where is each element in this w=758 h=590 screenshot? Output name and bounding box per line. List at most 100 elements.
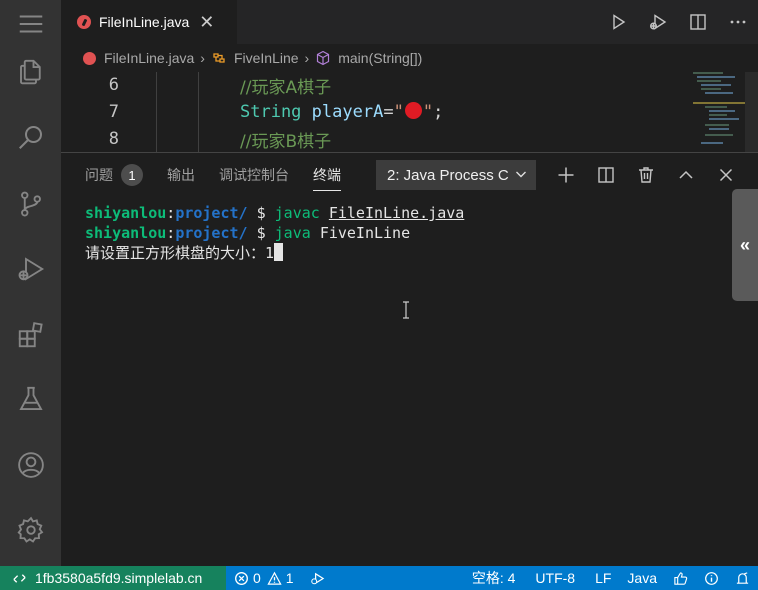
close-icon[interactable]: ✕ bbox=[199, 13, 214, 31]
more-actions-icon[interactable] bbox=[718, 0, 758, 44]
class-icon bbox=[213, 53, 225, 63]
warning-count: 1 bbox=[285, 570, 294, 586]
terminal-user: shiyanlou bbox=[85, 224, 167, 242]
panel-actions bbox=[546, 153, 746, 197]
editor-actions bbox=[598, 0, 758, 44]
terminal-cursor bbox=[274, 243, 284, 261]
split-editor-icon[interactable] bbox=[678, 0, 718, 44]
terminal-select[interactable]: 2: Java Process C bbox=[376, 160, 536, 190]
terminal-colon: : bbox=[166, 224, 176, 242]
debug-status[interactable] bbox=[302, 566, 333, 590]
source-control-icon[interactable] bbox=[0, 180, 61, 228]
terminal-line: shiyanlou:project/ $ java FiveInLine bbox=[85, 223, 464, 243]
info-icon[interactable] bbox=[696, 566, 727, 590]
error-count: 0 bbox=[253, 570, 261, 586]
breadcrumb-file-label: FileInLine.java bbox=[104, 50, 195, 66]
red-circle-emoji-icon bbox=[404, 102, 422, 119]
status-bar: 1fb3580a5fd9.simplelab.cn 0 1 空格: 4 UTF-… bbox=[0, 566, 758, 590]
language-mode-status[interactable]: Java bbox=[619, 566, 665, 590]
code-semicolon: ; bbox=[433, 102, 444, 122]
code-string-quote: " bbox=[393, 102, 404, 122]
remote-connection-icon bbox=[13, 573, 26, 583]
bottom-panel: 问题 1 输出 调试控制台 终端 2: Java Process C shiya… bbox=[61, 152, 758, 566]
run-debug-icon[interactable] bbox=[0, 245, 61, 293]
code-comment: //玩家A棋子 bbox=[240, 77, 332, 98]
terminal-select-value: 2: Java Process C bbox=[387, 166, 509, 184]
explorer-icon[interactable] bbox=[0, 48, 61, 96]
problems-count-badge: 1 bbox=[121, 164, 143, 186]
warning-icon bbox=[267, 571, 282, 585]
editor-scrollbar[interactable] bbox=[745, 72, 758, 152]
menu-icon[interactable] bbox=[0, 0, 61, 48]
terminal-colon: : bbox=[166, 204, 176, 222]
testing-flask-icon[interactable] bbox=[0, 375, 61, 423]
chevron-down-icon bbox=[516, 171, 526, 178]
breadcrumb-file[interactable]: FileInLine.java bbox=[83, 50, 194, 66]
eol-status[interactable]: LF bbox=[587, 566, 619, 590]
terminal-line: 请设置正方形棋盘的大小：1 bbox=[85, 243, 464, 263]
tab-debug-console[interactable]: 调试控制台 bbox=[219, 153, 289, 197]
terminal-prompt: 请设置正方形棋盘的大小： bbox=[85, 244, 266, 262]
tab-problems[interactable]: 问题 1 bbox=[85, 153, 143, 197]
code-line: 7 String playerA=" "; bbox=[61, 99, 681, 125]
code-line: 6 //玩家A棋子 bbox=[61, 72, 681, 98]
java-file-icon bbox=[83, 51, 96, 65]
chevron-up-icon[interactable] bbox=[666, 153, 706, 197]
search-icon[interactable] bbox=[0, 113, 61, 161]
editor-tab-bar: FileInLine.java ✕ bbox=[61, 0, 758, 44]
terminal-dollar: $ bbox=[247, 224, 275, 242]
remote-host-label: 1fb3580a5fd9.simplelab.cn bbox=[35, 570, 203, 586]
chevron-right-icon: › bbox=[304, 50, 310, 66]
collapse-sidebar-handle[interactable]: « bbox=[732, 189, 758, 301]
problems-status[interactable]: 0 1 bbox=[226, 566, 302, 590]
terminal-dollar: $ bbox=[247, 204, 275, 222]
activity-bar bbox=[0, 0, 61, 566]
account-icon[interactable] bbox=[0, 441, 61, 489]
text-cursor-ibeam-icon bbox=[403, 301, 409, 319]
split-terminal-icon[interactable] bbox=[586, 153, 626, 197]
code-keyword: String bbox=[240, 102, 302, 122]
line-number: 7 bbox=[108, 102, 119, 122]
terminal-path: project/ bbox=[175, 204, 248, 222]
encoding-status[interactable]: UTF-8 bbox=[527, 566, 583, 590]
code-line: 8 //玩家B棋子 bbox=[61, 126, 681, 152]
notifications-icon[interactable] bbox=[727, 566, 758, 590]
code-editor[interactable]: 6 //玩家A棋子 7 String playerA=" "; 8 //玩家B棋子 bbox=[61, 72, 758, 152]
terminal-file-link[interactable]: FileInLine.java bbox=[329, 204, 464, 222]
trash-icon[interactable] bbox=[626, 153, 666, 197]
breadcrumb-method-label: main(String[]) bbox=[338, 50, 423, 66]
code-variable: playerA bbox=[311, 102, 384, 122]
terminal-path: project/ bbox=[175, 224, 248, 242]
terminal-output[interactable]: shiyanlou:project/ $ javac FileInLine.ja… bbox=[85, 203, 464, 263]
tab-output[interactable]: 输出 bbox=[167, 153, 195, 197]
terminal-command: java bbox=[274, 224, 311, 242]
editor-tab[interactable]: FileInLine.java ✕ bbox=[61, 0, 237, 44]
code-operator: = bbox=[383, 102, 394, 122]
code-statement: String playerA=" "; bbox=[240, 102, 443, 122]
feedback-thumbs-up-icon[interactable] bbox=[665, 566, 696, 590]
breadcrumb-method[interactable]: main(String[]) bbox=[315, 50, 422, 66]
tab-problems-label: 问题 bbox=[85, 167, 113, 183]
extensions-icon[interactable] bbox=[0, 311, 61, 359]
tab-terminal[interactable]: 终端 bbox=[313, 153, 341, 197]
debug-run-icon bbox=[310, 572, 324, 584]
remote-indicator[interactable]: 1fb3580a5fd9.simplelab.cn bbox=[0, 566, 226, 590]
terminal-input[interactable]: 1 bbox=[265, 244, 274, 262]
java-file-icon bbox=[77, 15, 91, 29]
method-cube-icon bbox=[317, 50, 330, 66]
new-terminal-plus-icon[interactable] bbox=[546, 153, 586, 197]
terminal-line: shiyanlou:project/ $ javac FileInLine.ja… bbox=[85, 203, 464, 223]
indentation-status[interactable]: 空格: 4 bbox=[464, 566, 524, 590]
line-number: 6 bbox=[108, 75, 119, 95]
line-number: 8 bbox=[108, 129, 119, 149]
settings-gear-icon[interactable] bbox=[0, 506, 61, 554]
run-icon[interactable] bbox=[598, 0, 638, 44]
code-comment: //玩家B棋子 bbox=[240, 131, 332, 152]
debug-run-icon[interactable] bbox=[638, 0, 678, 44]
minimap[interactable] bbox=[687, 72, 745, 152]
code-string-quote: " bbox=[422, 102, 434, 122]
terminal-user: shiyanlou bbox=[85, 204, 167, 222]
terminal-argument: FiveInLine bbox=[319, 224, 411, 242]
status-bar-right: 空格: 4 UTF-8 LF Java bbox=[464, 566, 758, 590]
breadcrumb-class[interactable]: FiveInLine bbox=[211, 50, 299, 66]
